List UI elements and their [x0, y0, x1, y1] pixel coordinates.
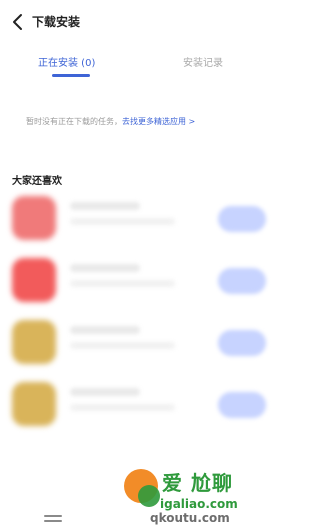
list-item[interactable]: [0, 314, 277, 366]
empty-notice-text: 暂时没有正在下载的任务，: [26, 117, 122, 126]
download-button[interactable]: [218, 330, 266, 356]
app-name-placeholder: [70, 202, 140, 210]
app-icon: [12, 196, 56, 240]
app-name-placeholder: [70, 388, 140, 396]
app-desc-placeholder: [70, 218, 175, 225]
tab-installing[interactable]: 正在安装 (0): [38, 54, 95, 69]
list-item[interactable]: [0, 376, 277, 428]
tab-install-history[interactable]: 安装记录: [183, 54, 223, 69]
empty-notice: 暂时没有正在下载的任务，去找更多精选应用 >: [26, 116, 195, 127]
find-more-apps-link[interactable]: 去找更多精选应用 >: [122, 117, 195, 126]
menu-icon[interactable]: [44, 515, 62, 525]
download-button[interactable]: [218, 392, 266, 418]
watermark-url: igaliao.com: [160, 497, 238, 511]
app-name-placeholder: [70, 264, 140, 272]
back-button[interactable]: [10, 12, 28, 32]
list-item[interactable]: [0, 252, 277, 304]
watermark-logo-mark-2: [138, 485, 160, 507]
watermark-text: 爱 尬聊: [162, 471, 233, 495]
recommend-title: 大家还喜欢: [12, 176, 62, 187]
header-bar: 下载安装: [0, 0, 277, 44]
app-icon: [12, 382, 56, 426]
download-button[interactable]: [218, 268, 266, 294]
app-desc-placeholder: [70, 342, 175, 349]
download-button[interactable]: [218, 206, 266, 232]
active-tab-indicator: [52, 74, 90, 77]
list-item[interactable]: [0, 190, 277, 242]
app-desc-placeholder: [70, 280, 175, 287]
watermark-logo: 爱 尬聊 igaliao.com qkoutu.com: [120, 465, 277, 530]
chevron-left-icon: [13, 14, 22, 30]
app-name-placeholder: [70, 326, 140, 334]
app-icon: [12, 258, 56, 302]
app-desc-placeholder: [70, 404, 175, 411]
recommend-list: [0, 190, 277, 440]
page-title: 下载安装: [32, 15, 81, 29]
app-icon: [12, 320, 56, 364]
watermark-url-2: qkoutu.com: [150, 511, 230, 525]
tab-bar: 正在安装 (0) 安装记录: [0, 48, 277, 77]
